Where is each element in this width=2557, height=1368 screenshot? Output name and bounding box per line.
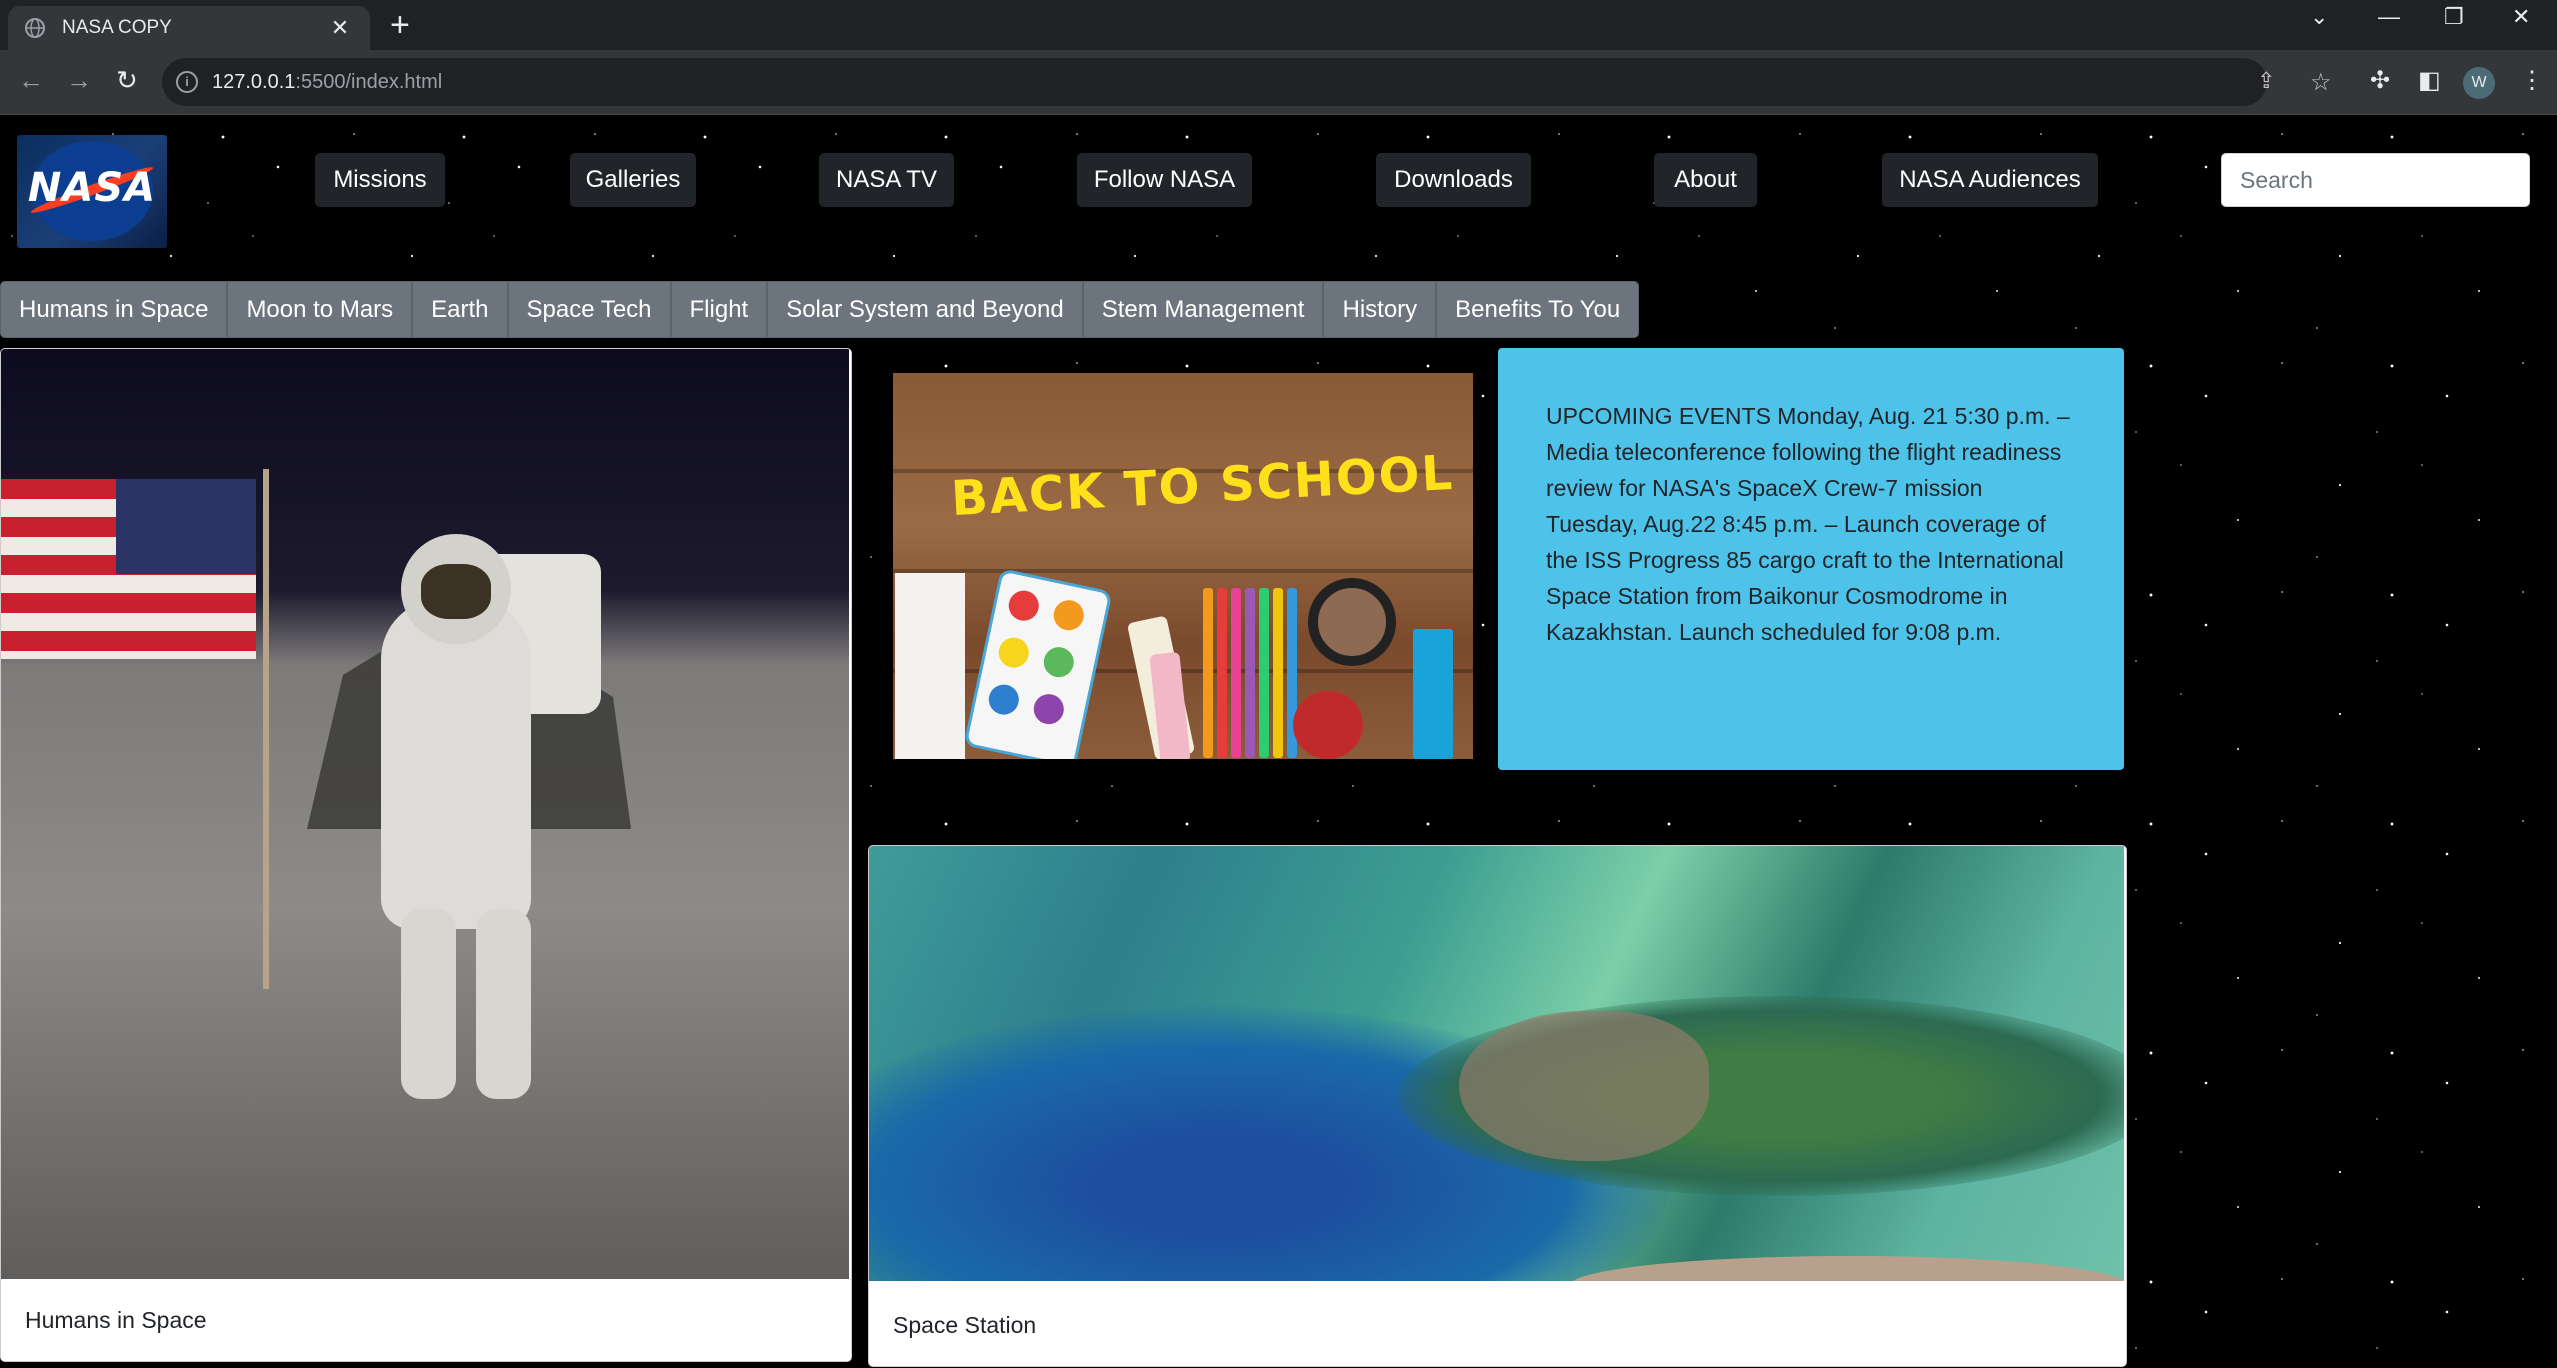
category-stem-management[interactable]: Stem Management (1082, 281, 1324, 338)
nasa-logo[interactable]: NASA (17, 135, 167, 248)
share-icon[interactable]: ⇪ (2257, 68, 2275, 94)
close-tab-icon[interactable]: ✕ (326, 15, 354, 41)
nav-downloads[interactable]: Downloads (1376, 153, 1531, 207)
reload-icon[interactable]: ↻ (116, 64, 138, 96)
card-caption: Humans in Space (1, 1279, 851, 1361)
browser-toolbar: ← → ↻ i 127.0.0.1:5500/index.html ⇪ ☆ ✣ … (0, 50, 2557, 115)
category-moon-to-mars[interactable]: Moon to Mars (227, 281, 413, 338)
card-caption: Space Station (869, 1284, 2126, 1366)
back-icon[interactable]: ← (18, 64, 44, 96)
tab-title: NASA COPY (62, 17, 172, 38)
restore-icon[interactable]: ❐ (2444, 4, 2464, 30)
category-history[interactable]: History (1323, 281, 1437, 338)
bookmark-star-icon[interactable]: ☆ (2310, 68, 2332, 97)
nav-nasa-tv[interactable]: NASA TV (819, 153, 954, 207)
category-benefits[interactable]: Benefits To You (1436, 281, 1640, 338)
window-close-icon[interactable]: ✕ (2512, 4, 2530, 30)
astronaut-moon-image (1, 349, 849, 1279)
category-earth[interactable]: Earth (412, 281, 508, 338)
address-bar[interactable]: i 127.0.0.1:5500/index.html ⇪ ☆ (162, 58, 2332, 106)
browser-tab[interactable]: NASA COPY ✕ (8, 6, 370, 50)
nav-follow-nasa[interactable]: Follow NASA (1077, 153, 1252, 207)
forward-icon[interactable]: → (66, 64, 92, 96)
nav-missions[interactable]: Missions (315, 153, 445, 207)
category-bar: Humans in Space Moon to Mars Earth Space… (0, 281, 1640, 338)
category-solar-system[interactable]: Solar System and Beyond (767, 281, 1083, 338)
upcoming-events-box: UPCOMING EVENTS Monday, Aug. 21 5:30 p.m… (1498, 348, 2124, 770)
nav-about[interactable]: About (1654, 153, 1757, 207)
nav-nasa-audiences[interactable]: NASA Audiences (1882, 153, 2098, 207)
nav-galleries[interactable]: Galleries (570, 153, 696, 207)
humans-in-space-card[interactable]: Humans in Space (0, 348, 852, 1362)
minimize-icon[interactable]: — (2378, 4, 2400, 30)
page-content: NASA Missions Galleries NASA TV Follow N… (0, 115, 2557, 1368)
space-station-card[interactable]: Space Station (868, 845, 2127, 1367)
site-info-icon[interactable]: i (176, 71, 198, 93)
category-space-tech[interactable]: Space Tech (507, 281, 671, 338)
url-text: 127.0.0.1:5500/index.html (212, 70, 443, 93)
category-flight[interactable]: Flight (670, 281, 768, 338)
new-tab-icon[interactable]: + (390, 7, 410, 43)
profile-avatar[interactable]: W (2463, 67, 2495, 99)
category-humans-in-space[interactable]: Humans in Space (0, 281, 228, 338)
back-to-school-image[interactable]: BACK TO SCHOOL (893, 373, 1473, 759)
earth-satellite-image (869, 846, 2124, 1281)
side-panel-icon[interactable]: ◧ (2418, 66, 2441, 95)
browser-tab-strip: NASA COPY ✕ + ⌄ — ❐ ✕ (0, 0, 2557, 50)
tab-search-icon[interactable]: ⌄ (2310, 4, 2328, 30)
menu-kebab-icon[interactable]: ⋮ (2520, 66, 2544, 95)
globe-icon (25, 18, 45, 38)
extensions-icon[interactable]: ✣ (2370, 66, 2390, 95)
search-input[interactable] (2221, 153, 2530, 207)
